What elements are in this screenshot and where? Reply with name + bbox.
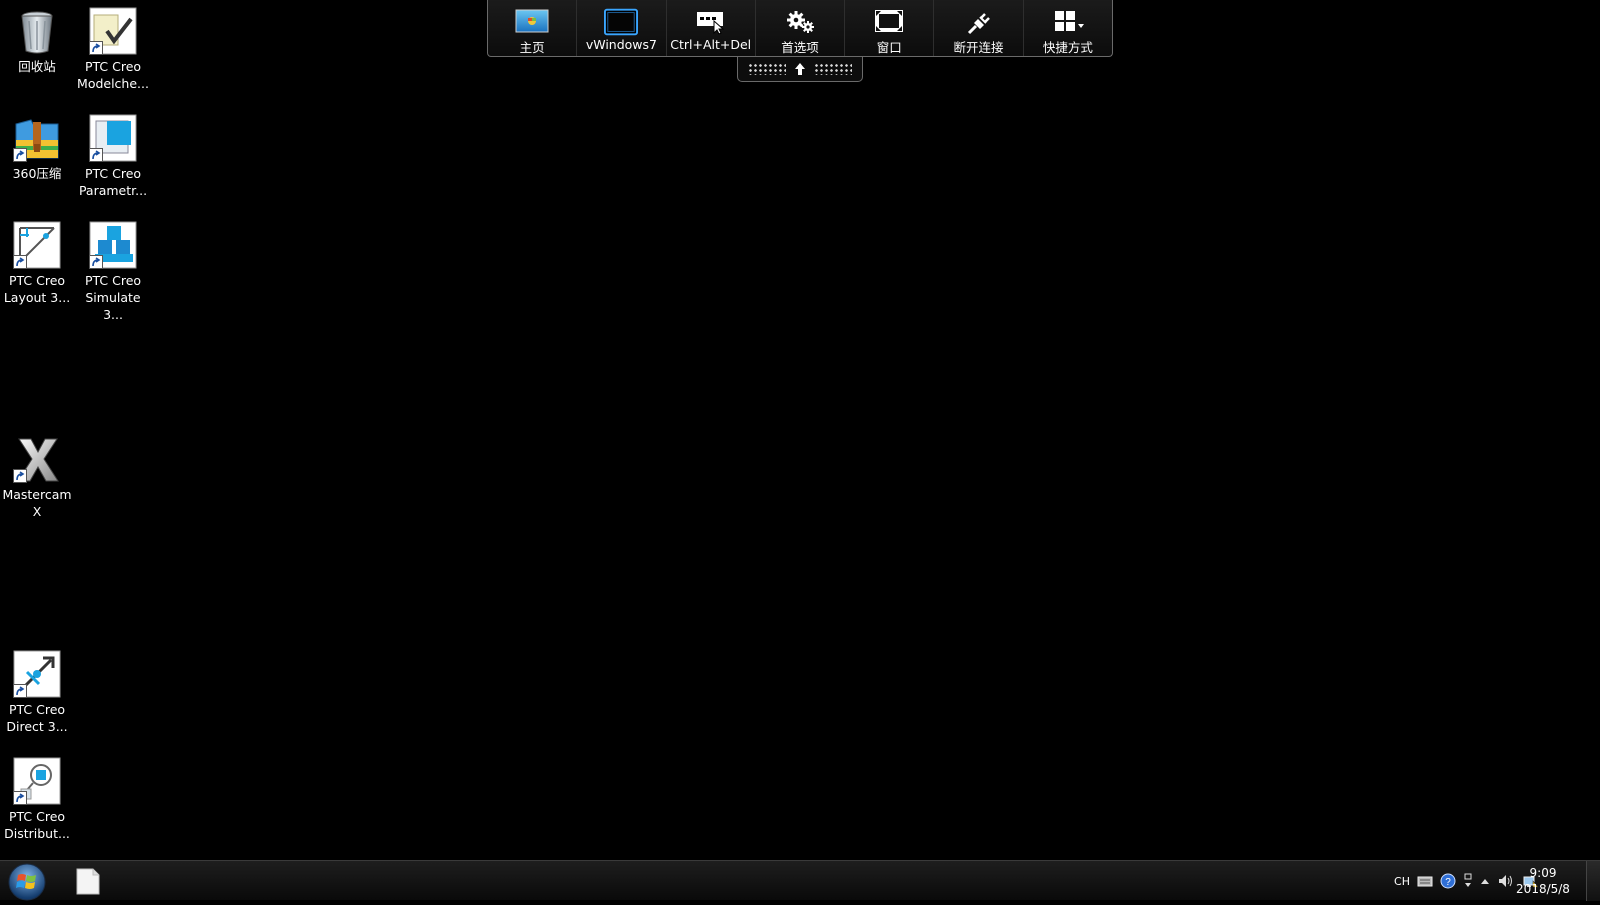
arrow-up-icon [795, 63, 805, 75]
layout-icon [13, 221, 61, 269]
taskbar-clock[interactable]: 9:09 2018/5/8 [1508, 865, 1578, 897]
desktop-icon-label: PTC Creo Modelche... [77, 59, 149, 91]
modelcheck-icon [89, 7, 137, 55]
zip-archive-icon [13, 114, 61, 162]
toolbar-shortcuts-label: 快捷方式 [1042, 40, 1093, 55]
language-indicator[interactable]: CH [1394, 869, 1410, 893]
toolbar-disconnect-button[interactable]: 断开连接 [934, 0, 1024, 56]
toolbar-home-button[interactable]: 主页 [488, 0, 578, 56]
desktop-icon-direct[interactable]: PTC Creo Direct 3... [1, 650, 73, 735]
desktop-icon-label: PTC Creo Distribut... [4, 809, 70, 841]
window-icon [872, 8, 906, 36]
clock-date: 2018/5/8 [1516, 882, 1570, 896]
desktop-icon-label: PTC Creo Parametr... [78, 166, 148, 198]
taskbar-document-button[interactable] [76, 868, 100, 895]
desktop-icon-distribute[interactable]: PTC Creo Distribut... [1, 757, 73, 842]
desktop-icon-recycle-bin[interactable]: 回收站 [1, 7, 73, 75]
toolbar-home-label: 主页 [519, 40, 545, 55]
plug-icon [962, 8, 996, 36]
shortcut-arrow-icon [13, 684, 27, 698]
toolbar-shortcuts-button[interactable]: 快捷方式 [1024, 0, 1112, 56]
toolbar-window-label: 窗口 [876, 40, 902, 55]
toolbar-ctrl-alt-del-button[interactable]: Ctrl+Alt+Del [667, 0, 756, 56]
monitor-icon [604, 8, 639, 36]
document-icon [76, 868, 100, 895]
simulate-icon [89, 221, 137, 269]
recycle-bin-icon [13, 7, 61, 55]
clock-time: 9:09 [1529, 866, 1557, 880]
toolbar-preferences-button[interactable]: 首选项 [756, 0, 846, 56]
grip-dots-icon [748, 63, 786, 75]
toolbar-collapse-handle[interactable] [737, 57, 863, 82]
mastercam-icon [13, 435, 61, 483]
desktop-icon-label: PTC Creo Simulate 3... [84, 273, 142, 322]
shortcut-arrow-icon [89, 255, 103, 269]
taskbar: CH ? 9:09 2018/5/8 [0, 860, 1600, 901]
shortcut-arrow-icon [89, 41, 103, 55]
monitor-icon [515, 8, 549, 36]
desktop-icon-layout[interactable]: PTC Creo Layout 3... [1, 221, 73, 306]
remote-toolbar: 主页 vWindows7 Ctrl+Alt+Del 首选项 窗口 断开连接 快捷… [487, 0, 1113, 57]
desktop-icon-label: 回收站 [18, 59, 56, 74]
keyboard-icon [694, 8, 728, 36]
show-desktop-button[interactable] [1586, 861, 1600, 901]
desktop-icon-label: PTC Creo Layout 3... [3, 273, 71, 305]
gear-icon [783, 8, 817, 36]
tray-updown-icon[interactable] [1463, 869, 1473, 893]
toolbar-vm-label: vWindows7 [585, 37, 657, 52]
start-button[interactable] [8, 863, 46, 901]
toolbar-ctrl-alt-del-label: Ctrl+Alt+Del [670, 37, 752, 52]
grip-dots-icon [814, 63, 852, 75]
shortcut-arrow-icon [13, 791, 27, 805]
help-icon[interactable]: ? [1440, 869, 1456, 893]
grid-icon [1051, 8, 1085, 36]
desktop-icon-modelcheck[interactable]: PTC Creo Modelche... [77, 7, 149, 92]
distribute-icon [13, 757, 61, 805]
svg-text:?: ? [1445, 877, 1451, 888]
toolbar-vm-button[interactable]: vWindows7 [577, 0, 667, 56]
desktop-icon-parametric[interactable]: PTC Creo Parametr... [77, 114, 149, 199]
desktop-icon-simulate[interactable]: PTC Creo Simulate 3... [77, 221, 149, 323]
windows-logo-icon [8, 863, 46, 901]
desktop-icon-label: Mastercam X [2, 487, 72, 519]
shortcut-arrow-icon [13, 469, 27, 483]
desktop-icon-360zip[interactable]: 360压缩 [1, 114, 73, 182]
show-hidden-icons-button[interactable] [1480, 869, 1490, 893]
direct-icon [13, 650, 61, 698]
shortcut-arrow-icon [13, 148, 27, 162]
parametric-icon [89, 114, 137, 162]
desktop-icon-label: 360压缩 [12, 166, 62, 181]
desktop: 回收站 PTC Creo Modelche... 360压缩 PTC Creo … [0, 0, 1600, 860]
toolbar-window-button[interactable]: 窗口 [845, 0, 935, 56]
toolbar-disconnect-label: 断开连接 [953, 40, 1004, 55]
shortcut-arrow-icon [13, 255, 27, 269]
shortcut-arrow-icon [89, 148, 103, 162]
keyboard-icon[interactable] [1417, 869, 1433, 893]
toolbar-preferences-label: 首选项 [781, 40, 819, 55]
desktop-icon-label: PTC Creo Direct 3... [6, 702, 68, 734]
desktop-icon-mastercam[interactable]: Mastercam X [1, 435, 73, 520]
